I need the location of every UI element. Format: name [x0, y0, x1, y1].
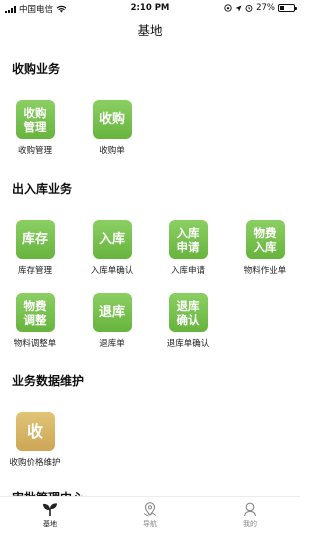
map-pin-icon	[143, 502, 157, 516]
user-icon	[243, 502, 257, 517]
alarm-icon	[245, 4, 253, 12]
tab-label: 导航	[143, 520, 157, 528]
tab-profile[interactable]: 我的	[220, 502, 280, 529]
tab-bar: 基地 导航 我的	[0, 496, 300, 533]
tile-stock-in-confirm[interactable]: 入库 入库单确认	[79, 220, 145, 286]
status-right: 27%	[224, 3, 297, 13]
tile-label: 库存管理	[17, 266, 52, 276]
status-bar: 中国电信 2:10 PM 27%	[0, 0, 300, 18]
tile-label: 退库单确认	[166, 339, 210, 349]
material-in-icon: 物费 入库	[245, 220, 285, 259]
material-adjust-icon: 物费 调整	[15, 293, 55, 332]
stock-in-icon: 入库	[92, 220, 132, 259]
tile-label: 物料调整单	[13, 339, 57, 349]
tile-stock-in-request[interactable]: 入库 申请 入库申请	[155, 220, 221, 286]
location-arrow-icon	[235, 5, 242, 11]
section-title-data-maintenance: 业务数据维护	[12, 374, 85, 388]
tile-return-order[interactable]: 退库 退库单	[79, 293, 145, 359]
sprout-icon	[43, 503, 57, 516]
battery-percent: 27%	[256, 3, 275, 13]
return-icon: 退库	[92, 293, 132, 332]
tab-label: 基地	[43, 520, 57, 528]
tab-navigation[interactable]: 导航	[120, 502, 180, 529]
page-title: 基地	[137, 23, 163, 38]
tile-return-confirm[interactable]: 退库 确认 退库单确认	[155, 293, 221, 359]
tile-label: 入库申请	[170, 266, 205, 276]
tile-label: 退库单	[99, 339, 125, 349]
purchase-management-icon: 收购 管理	[15, 100, 55, 139]
tile-label: 入库单确认	[90, 266, 134, 276]
tab-base[interactable]: 基地	[20, 502, 80, 529]
battery-icon	[278, 4, 297, 12]
tab-label: 我的	[243, 520, 257, 528]
tile-label: 收购管理	[17, 146, 52, 156]
tile-purchase-management[interactable]: 收购 管理 收购管理	[2, 100, 68, 166]
return-confirm-icon: 退库 确认	[168, 293, 208, 332]
stock-in-request-icon: 入库 申请	[168, 220, 208, 259]
tile-inventory-management[interactable]: 库存 库存管理	[2, 220, 68, 286]
tile-purchase-order[interactable]: 收购 收购单	[79, 100, 145, 166]
tile-label: 收购价格维护	[9, 458, 61, 468]
purchase-price-icon: 收	[15, 412, 55, 451]
purchase-order-icon: 收购	[92, 100, 132, 139]
tile-material-adjust[interactable]: 物费 调整 物料调整单	[2, 293, 68, 359]
tile-label: 收购单	[99, 146, 125, 156]
tile-label: 物料作业单	[243, 266, 287, 276]
orientation-lock-icon	[224, 4, 232, 12]
battery-fill	[280, 6, 284, 10]
tile-purchase-price[interactable]: 收 收购价格维护	[2, 412, 68, 478]
tile-material-job[interactable]: 物费 入库 物料作业单	[232, 220, 298, 286]
section-title-inventory: 出入库业务	[12, 182, 73, 196]
inventory-icon: 库存	[15, 220, 55, 259]
section-title-purchase: 收购业务	[12, 62, 61, 76]
